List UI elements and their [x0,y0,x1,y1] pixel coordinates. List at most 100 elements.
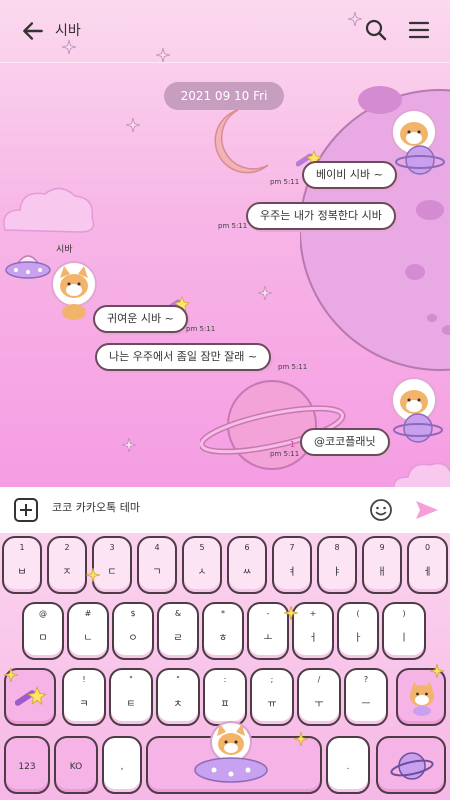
star-icon [62,40,76,54]
key[interactable]: ! ㅋ [62,668,106,726]
key[interactable]: 2ㅈ [47,536,87,594]
key-label: ㅏ [353,633,363,644]
key-label: , [120,762,124,772]
ringed-planet-icon [390,752,434,780]
key-label: ㅇ [128,633,138,644]
key-symbol: ; [270,675,274,684]
ringed-planet-illustration [200,380,346,470]
message-time: pm 5:11 [270,450,300,458]
key-symbol: ( [356,609,360,618]
key-symbol: & [174,609,182,618]
key-label: ㅕ [287,567,297,578]
key[interactable]: 4ㄱ [137,536,177,594]
key[interactable]: @ ㅁ [22,602,64,660]
ufo-illustration [5,255,51,279]
key[interactable]: 9ㅐ [362,536,402,594]
star-icon [86,568,100,582]
key-label: 123 [18,762,36,772]
sender-name: 시바 [56,245,73,255]
period-key[interactable]: . [326,736,370,794]
key-label: ㅋ [79,699,89,710]
key-symbol: " [176,675,180,684]
key[interactable]: 6ㅆ [227,536,267,594]
key-label: ㅊ [173,699,183,710]
message-time: pm 5:11 [270,178,300,186]
key-symbol: : [223,675,227,684]
key[interactable]: / ㅜ [297,668,341,726]
message-input[interactable]: 코코 카카오톡 테마 [52,499,352,521]
key[interactable]: & ㄹ [157,602,199,660]
key-label: ㅌ [126,699,136,710]
unread-count: 1 [290,440,296,449]
message-bubble[interactable]: 베이비 시바 ~ [302,161,397,189]
key[interactable]: 3ㄷ [92,536,132,594]
numbers-key[interactable]: 123 [4,736,50,794]
key[interactable]: 7ㅕ [272,536,312,594]
key[interactable]: ? ㅡ [344,668,388,726]
shiba-astronaut-illustration [391,377,443,443]
send-icon[interactable] [414,499,440,521]
key[interactable]: 5ㅅ [182,536,222,594]
message-bubble[interactable]: @코코플래닛 [300,428,390,456]
key[interactable]: * ㅎ [202,602,244,660]
key-label: ㅆ [242,567,252,578]
key-label: ㅎ [218,633,228,644]
key[interactable]: 1ㅂ [2,536,42,594]
key-symbol: 1 [19,543,25,552]
key-symbol: * [221,609,225,618]
message-time: pm 5:11 [218,222,248,230]
comma-key[interactable]: , [102,736,142,794]
star-icon [258,286,272,300]
key-label: ㅐ [377,567,387,578]
key[interactable]: + ㅓ [292,602,334,660]
star-icon [430,664,444,678]
language-key[interactable]: KO [54,736,98,794]
key-label: ㅑ [332,567,342,578]
star-icon [294,732,308,746]
shiba-face-icon [410,682,434,716]
key-label: ㅣ [399,633,409,644]
enter-key[interactable] [376,736,446,794]
key[interactable]: 0ㅔ [407,536,448,594]
key-symbol: $ [130,609,136,618]
key[interactable]: ) ㅣ [382,602,426,660]
key-label: ㅅ [197,567,207,578]
key[interactable]: $ ㅇ [112,602,154,660]
key-symbol: # [84,609,92,618]
key[interactable]: # ㄴ [67,602,109,660]
key-symbol: 4 [154,543,160,552]
key-symbol: ! [82,675,86,684]
key[interactable]: 8ㅑ [317,536,357,594]
message-bubble[interactable]: 우주는 내가 정복한다 시바 [246,202,396,230]
shooting-star-icon [15,686,47,706]
key-label: ㄴ [83,633,93,644]
star-icon [126,118,140,132]
key-symbol: / [317,675,321,684]
cloud-illustration [393,462,450,487]
message-bubble[interactable]: 귀여운 시바 ~ [93,305,188,333]
key-symbol: @ [39,609,47,618]
emoji-icon[interactable] [369,498,393,522]
key-label: ㅈ [62,567,72,578]
search-icon[interactable] [364,18,388,42]
menu-icon[interactable] [408,20,430,40]
chat-area: 시바 2021 09 10 Fri 베이비 시바 ~ pm 5:11 우주는 내… [0,0,450,487]
key-symbol: ) [402,609,406,618]
key-symbol: + [309,609,317,618]
star-icon [348,12,362,26]
key-label: ㅓ [308,633,318,644]
key[interactable]: " ㅌ [109,668,153,726]
key-label: ㅡ [361,699,371,710]
key-label: ㄱ [152,567,162,578]
key[interactable]: (ㅏ [337,602,379,660]
key-symbol: 3 [109,543,115,552]
star-icon [122,438,136,452]
key-label: ㅜ [314,699,324,710]
key-symbol: 6 [244,543,250,552]
key-symbol: 2 [64,543,70,552]
cloud-illustration [3,187,95,233]
attach-plus-icon[interactable] [14,498,38,522]
message-bubble[interactable]: 나는 우주에서 좀일 잠만 잘래 ~ [95,343,272,371]
back-arrow-icon[interactable] [20,18,46,44]
key[interactable]: -ㅗ [247,602,289,660]
